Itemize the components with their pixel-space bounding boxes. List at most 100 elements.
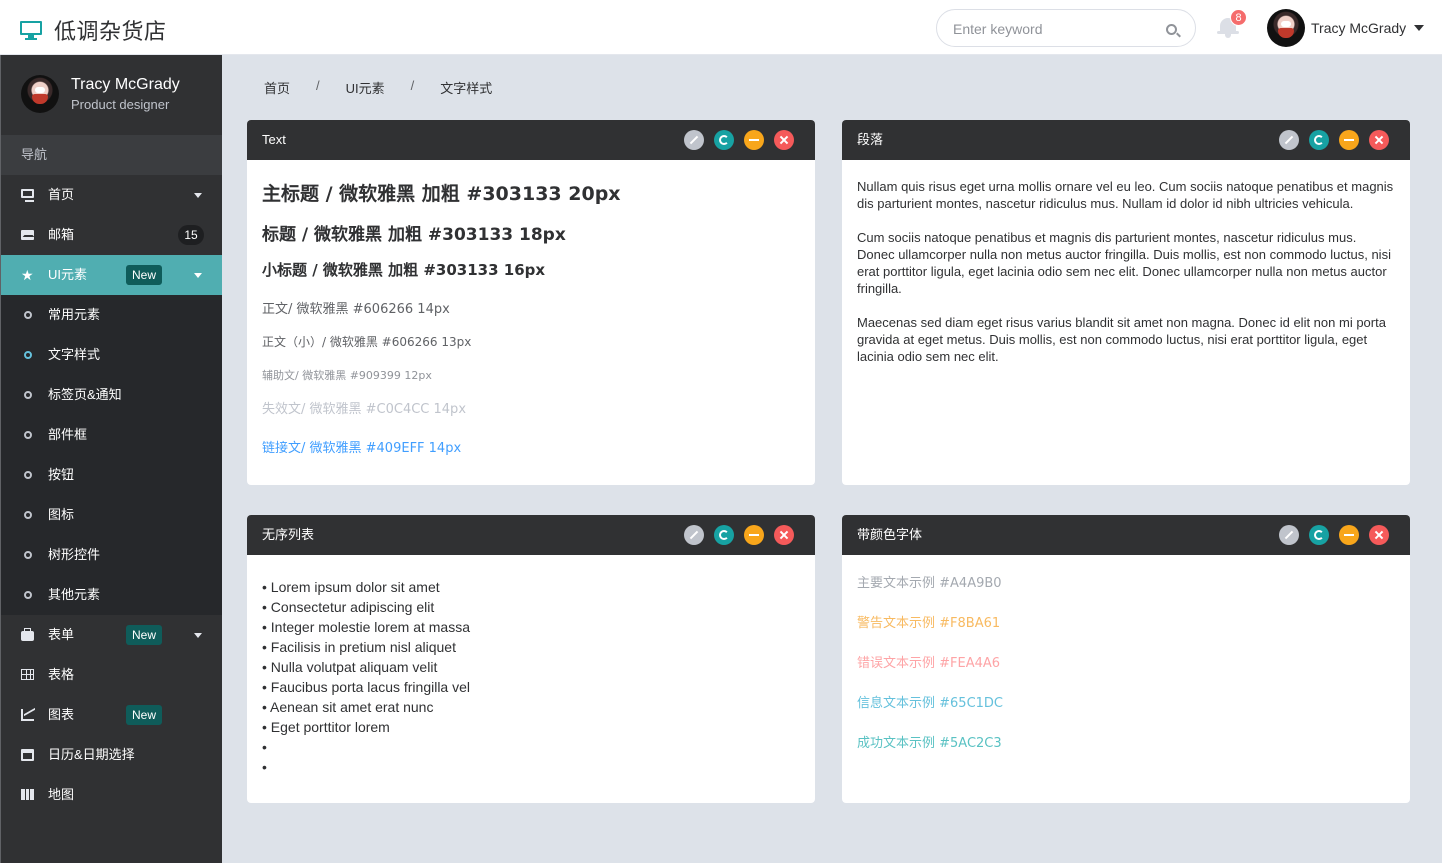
refresh-icon[interactable] [1309, 525, 1329, 545]
breadcrumb-current: 文字样式 [440, 81, 493, 96]
expand-icon[interactable] [684, 525, 704, 545]
ui-elements-submenu: 常用元素 文字样式 标签页&通知 部件框 按钮 图标 树形控件 其他元素 [1, 295, 222, 615]
mail-icon [21, 230, 34, 240]
sample-auxiliary: 辅助文/ 微软雅黑 #909399 12px [262, 369, 432, 382]
list-item [262, 757, 470, 777]
sidebar-subitem-icons[interactable]: 图标 [1, 495, 222, 535]
paragraph: Maecenas sed diam eget risus varius blan… [857, 315, 1386, 364]
sidebar-subitem-common[interactable]: 常用元素 [1, 295, 222, 335]
sidebar-item-mail[interactable]: 邮箱 15 [1, 215, 222, 255]
list-item: Nulla volutpat aliquam velit [262, 657, 470, 677]
paragraph-panel: 段落 Nullam quis risus eget urna mollis or… [842, 120, 1410, 485]
paragraph-content: Nullam quis risus eget urna mollis ornar… [857, 178, 1397, 382]
user-menu[interactable]: Tracy McGrady [1267, 9, 1425, 47]
chevron-down-icon [194, 193, 202, 198]
info-text-sample: 信息文本示例 #65C1DC [857, 696, 1004, 711]
paragraph: Nullam quis risus eget urna mollis ornar… [857, 179, 1394, 211]
top-bar: 低调杂货店 8 Tracy McGrady [0, 0, 1442, 55]
sidebar-subitem-others[interactable]: 其他元素 [1, 575, 222, 615]
close-icon[interactable] [774, 130, 794, 150]
sample-link[interactable]: 链接文/ 微软雅黑 #409EFF 14px [262, 437, 461, 456]
list-panel: 无序列表 Lorem ipsum dolor sit amet Consecte… [247, 515, 815, 803]
refresh-icon[interactable] [1309, 130, 1329, 150]
refresh-icon[interactable] [714, 525, 734, 545]
sidebar-subitem-buttons[interactable]: 按钮 [1, 455, 222, 495]
sidebar-profile: Tracy McGrady Product designer [1, 55, 222, 135]
table-icon [21, 669, 34, 680]
profile-name: Tracy McGrady [71, 76, 180, 93]
circle-icon [24, 591, 32, 599]
circle-icon [24, 511, 32, 519]
minimize-icon[interactable] [744, 130, 764, 150]
sidebar-item-forms[interactable]: 表单 New [1, 615, 222, 655]
sidebar-subitem-typography[interactable]: 文字样式 [1, 335, 222, 375]
sidebar-item-tables[interactable]: 表格 [1, 655, 222, 695]
map-icon [21, 789, 34, 800]
sidebar-item-map[interactable]: 地图 [1, 775, 222, 815]
profile-role: Product designer [71, 97, 170, 112]
sidebar-item-calendar[interactable]: 日历&日期选择 [1, 735, 222, 775]
search-icon[interactable] [1166, 24, 1177, 35]
sidebar-subitem-tree[interactable]: 树形控件 [1, 535, 222, 575]
expand-icon[interactable] [1279, 130, 1299, 150]
panel-title: 无序列表 [262, 527, 315, 542]
paragraph: Cum sociis natoque penatibus et magnis d… [857, 230, 1391, 296]
sidebar-item-charts[interactable]: 图表 New [1, 695, 222, 735]
brand[interactable]: 低调杂货店 [20, 14, 167, 46]
panel-title: 段落 [857, 132, 884, 147]
panel-tools [674, 525, 794, 545]
calendar-icon [21, 749, 34, 761]
minimize-icon[interactable] [1339, 130, 1359, 150]
circle-icon [24, 351, 32, 359]
mail-count-badge: 15 [178, 225, 204, 245]
panel-title: Text [262, 132, 286, 147]
panel-header: Text [247, 120, 815, 160]
sample-body-small: 正文（小）/ 微软雅黑 #606266 13px [262, 335, 472, 349]
list-item: Consectetur adipiscing elit [262, 597, 470, 617]
list-item: Lorem ipsum dolor sit amet [262, 577, 470, 597]
breadcrumb-ui-elements[interactable]: UI元素 [346, 78, 385, 97]
close-icon[interactable] [1369, 525, 1389, 545]
panel-title: 带颜色字体 [857, 527, 923, 542]
refresh-icon[interactable] [714, 130, 734, 150]
sample-disabled: 失效文/ 微软雅黑 #C0C4CC 14px [262, 402, 467, 417]
sidebar-subitem-tabs-notice[interactable]: 标签页&通知 [1, 375, 222, 415]
expand-icon[interactable] [1279, 525, 1299, 545]
minimize-icon[interactable] [744, 525, 764, 545]
list-item [262, 737, 470, 757]
breadcrumb-separator: / [410, 78, 415, 93]
search-input[interactable] [953, 19, 1153, 39]
new-badge: New [126, 265, 163, 285]
new-badge: New [126, 625, 163, 645]
sidebar-item-ui-elements[interactable]: ★ UI元素 New [1, 255, 222, 295]
colored-text-panel: 带颜色字体 主要文本示例 #A4A9B0 警告文本示例 #F8BA61 错误文本… [842, 515, 1410, 803]
primary-text-sample: 主要文本示例 #A4A9B0 [857, 576, 1002, 591]
sidebar-item-home[interactable]: 首页 [1, 175, 222, 215]
sidebar-nav: 首页 邮箱 15 ★ UI元素 New 常用元素 文字样式 标签页&通知 部件框… [1, 175, 222, 815]
close-icon[interactable] [774, 525, 794, 545]
notification-badge: 8 [1230, 9, 1247, 26]
panel-header: 无序列表 [247, 515, 815, 555]
sample-subtitle: 小标题 / 微软雅黑 加粗 #303133 16px [262, 261, 546, 279]
text-panel: Text 主标题 / 微软雅黑 加粗 #303133 20px 标题 / 微软雅… [247, 120, 815, 485]
warning-text-sample: 警告文本示例 #F8BA61 [857, 616, 1001, 631]
user-name: Tracy McGrady [1311, 20, 1407, 36]
avatar [1267, 9, 1305, 47]
panel-header: 带颜色字体 [842, 515, 1410, 555]
panel-tools [674, 130, 794, 150]
monitor-icon [20, 21, 42, 40]
brand-title: 低调杂货店 [54, 20, 167, 45]
minimize-icon[interactable] [1339, 525, 1359, 545]
notification-bell[interactable]: 8 [1217, 9, 1247, 38]
colored-text-list: 主要文本示例 #A4A9B0 警告文本示例 #F8BA61 错误文本示例 #FE… [857, 577, 1003, 777]
chevron-down-icon [194, 633, 202, 638]
breadcrumb: 首页 / UI元素 / 文字样式 [264, 78, 492, 97]
expand-icon[interactable] [684, 130, 704, 150]
list-item: Integer molestie lorem at massa [262, 617, 470, 637]
panel-tools [1269, 130, 1389, 150]
close-icon[interactable] [1369, 130, 1389, 150]
list-item: Facilisis in pretium nisl aliquet [262, 637, 470, 657]
sidebar-subitem-widgets[interactable]: 部件框 [1, 415, 222, 455]
panel-tools [1269, 525, 1389, 545]
breadcrumb-home[interactable]: 首页 [264, 78, 290, 97]
